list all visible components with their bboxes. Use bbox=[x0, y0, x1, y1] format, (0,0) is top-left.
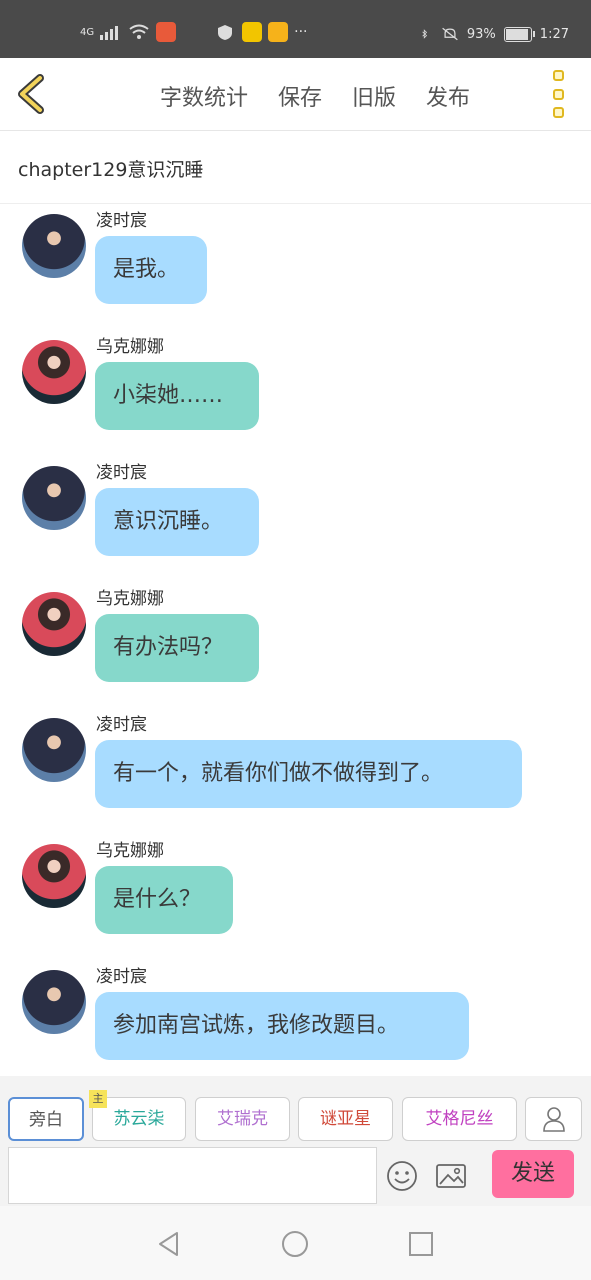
battery-fill bbox=[505, 28, 528, 40]
message-bubble[interactable]: 是我。 bbox=[95, 236, 207, 304]
role-chip[interactable]: 艾瑞克 bbox=[195, 1097, 290, 1141]
emoji-icon[interactable] bbox=[386, 1160, 418, 1192]
role-label: 苏云柒 bbox=[113, 1109, 165, 1129]
image-icon[interactable] bbox=[435, 1160, 467, 1192]
more-menu-icon[interactable] bbox=[553, 70, 569, 118]
signal-icon bbox=[100, 26, 119, 40]
avatar bbox=[22, 592, 86, 656]
add-role-button[interactable] bbox=[525, 1097, 582, 1141]
back-arrow-icon[interactable] bbox=[14, 72, 54, 116]
publish-button[interactable]: 发布 bbox=[426, 80, 470, 112]
main-role-tag: 主 bbox=[89, 1090, 107, 1108]
more-dot bbox=[553, 88, 564, 100]
role-label: 谜亚星 bbox=[320, 1109, 371, 1129]
avatar bbox=[22, 214, 86, 278]
role-chip[interactable]: 艾格尼丝 bbox=[402, 1097, 517, 1141]
mute-bell-icon bbox=[442, 27, 458, 41]
avatar bbox=[22, 340, 86, 404]
avatar bbox=[22, 844, 86, 908]
sender-name: 乌克娜娜 bbox=[96, 841, 164, 861]
nav-back-icon[interactable] bbox=[155, 1230, 183, 1258]
app-notification-icon bbox=[156, 22, 177, 42]
status-left: 4G ··· bbox=[80, 22, 307, 42]
avatar bbox=[22, 970, 86, 1034]
message-bubble[interactable]: 小柒她…… bbox=[95, 362, 259, 430]
old-version-button[interactable]: 旧版 bbox=[352, 80, 396, 112]
role-chip-narration[interactable]: 旁白 bbox=[8, 1097, 84, 1141]
editor-toolbar: 字数统计 保存 旧版 发布 bbox=[0, 58, 591, 131]
role-label: 艾格尼丝 bbox=[425, 1109, 494, 1129]
more-notifications: ··· bbox=[294, 24, 308, 40]
role-chip-main[interactable]: 主 苏云柒 bbox=[89, 1090, 186, 1141]
sender-name: 凌时宸 bbox=[96, 967, 147, 987]
app-notification-icon-2 bbox=[242, 22, 263, 42]
sender-name: 凌时宸 bbox=[96, 211, 147, 231]
status-bar: 4G ··· 93% 1:27 bbox=[0, 0, 591, 58]
sender-name: 乌克娜娜 bbox=[96, 589, 164, 609]
avatar bbox=[22, 466, 86, 530]
wifi-icon bbox=[129, 24, 149, 39]
status-right: 93% 1:27 bbox=[421, 26, 569, 42]
role-label: 艾瑞克 bbox=[217, 1109, 268, 1129]
sender-name: 凌时宸 bbox=[96, 715, 147, 735]
role-label: 旁白 bbox=[29, 1110, 63, 1130]
word-count-button[interactable]: 字数统计 bbox=[160, 80, 248, 112]
chapter-header: chapter129意识沉睡 bbox=[0, 131, 591, 204]
more-dot bbox=[553, 107, 564, 118]
role-chip[interactable]: 谜亚星 bbox=[298, 1097, 393, 1141]
battery-percent: 93% bbox=[466, 26, 496, 42]
clock: 1:27 bbox=[539, 26, 569, 42]
message-bubble[interactable]: 是什么？ bbox=[95, 866, 233, 934]
nav-recents-icon[interactable] bbox=[407, 1230, 435, 1258]
composer: 旁白 主 苏云柒 艾瑞克 谜亚星 艾格尼丝 发送 bbox=[0, 1076, 591, 1206]
toolbar-actions: 字数统计 保存 旧版 发布 bbox=[160, 80, 470, 112]
app-notification-icon-3 bbox=[268, 22, 289, 42]
save-button[interactable]: 保存 bbox=[278, 80, 322, 112]
message-bubble[interactable]: 有一个，就看你们做不做得到了。 bbox=[95, 740, 522, 808]
message-bubble[interactable]: 参加南宫试炼，我修改题目。 bbox=[95, 992, 469, 1060]
shield-icon bbox=[218, 25, 233, 40]
nav-home-icon[interactable] bbox=[281, 1230, 309, 1258]
more-dot bbox=[553, 70, 564, 81]
battery-icon bbox=[503, 26, 535, 42]
message-input[interactable] bbox=[8, 1147, 377, 1204]
system-nav-bar bbox=[0, 1206, 591, 1280]
message-bubble[interactable]: 意识沉睡。 bbox=[95, 488, 259, 556]
sender-name: 凌时宸 bbox=[96, 463, 147, 483]
network-type: 4G bbox=[80, 26, 95, 38]
chapter-title[interactable]: chapter129意识沉睡 bbox=[18, 155, 203, 182]
send-button[interactable]: 发送 bbox=[492, 1150, 574, 1198]
person-icon bbox=[542, 1107, 565, 1132]
avatar bbox=[22, 718, 86, 782]
message-bubble[interactable]: 有办法吗？ bbox=[95, 614, 259, 682]
sender-name: 乌克娜娜 bbox=[96, 337, 164, 357]
bluetooth-icon bbox=[422, 29, 427, 39]
